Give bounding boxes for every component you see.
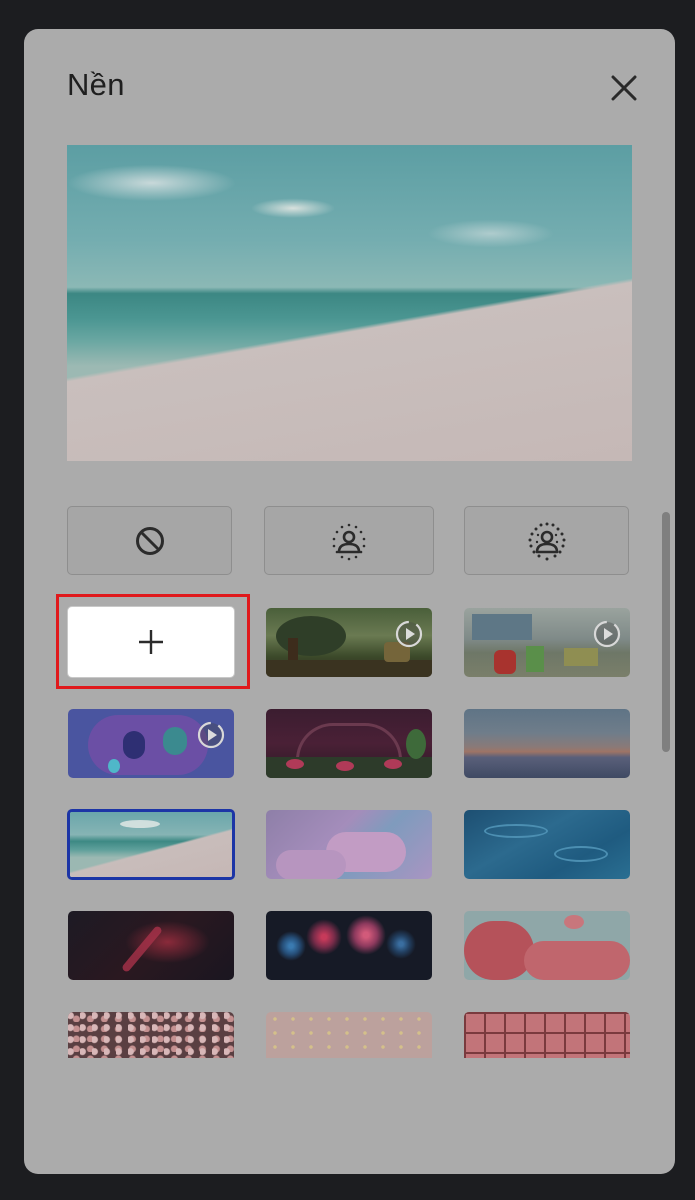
plus-icon [139,630,163,654]
no-effect-button[interactable] [67,506,232,575]
slight-blur-icon [332,523,366,560]
background-pink-sparkles[interactable] [266,1012,432,1058]
background-sunset-horizon[interactable] [464,709,630,778]
blur-icon [528,522,565,560]
add-background-button[interactable] [67,606,235,678]
background-dialog: Nền [24,29,675,1174]
play-icon [395,620,423,648]
background-preview [67,145,632,461]
play-icon [593,620,621,648]
slight-blur-button[interactable] [264,506,434,575]
background-pink-clouds[interactable] [266,810,432,879]
close-icon [611,75,637,101]
play-icon [197,721,225,749]
background-forest-animated[interactable] [266,608,432,677]
background-pink-tiles[interactable] [464,1012,630,1058]
dialog-title: Nền [67,67,125,102]
blur-button[interactable] [464,506,629,575]
background-night-garden[interactable] [266,709,432,778]
background-pink-blossoms[interactable] [464,911,630,980]
background-fireworks[interactable] [266,911,432,980]
background-beach-selected[interactable] [67,809,235,880]
background-purple-room-animated[interactable] [68,709,234,778]
background-flower-field[interactable] [68,1012,234,1058]
background-red-nebula[interactable] [68,911,234,980]
scrollbar[interactable] [662,512,670,752]
background-classroom-animated[interactable] [464,608,630,677]
background-water-ripples[interactable] [464,810,630,879]
no-effect-icon [135,526,164,555]
close-button[interactable] [607,71,641,105]
